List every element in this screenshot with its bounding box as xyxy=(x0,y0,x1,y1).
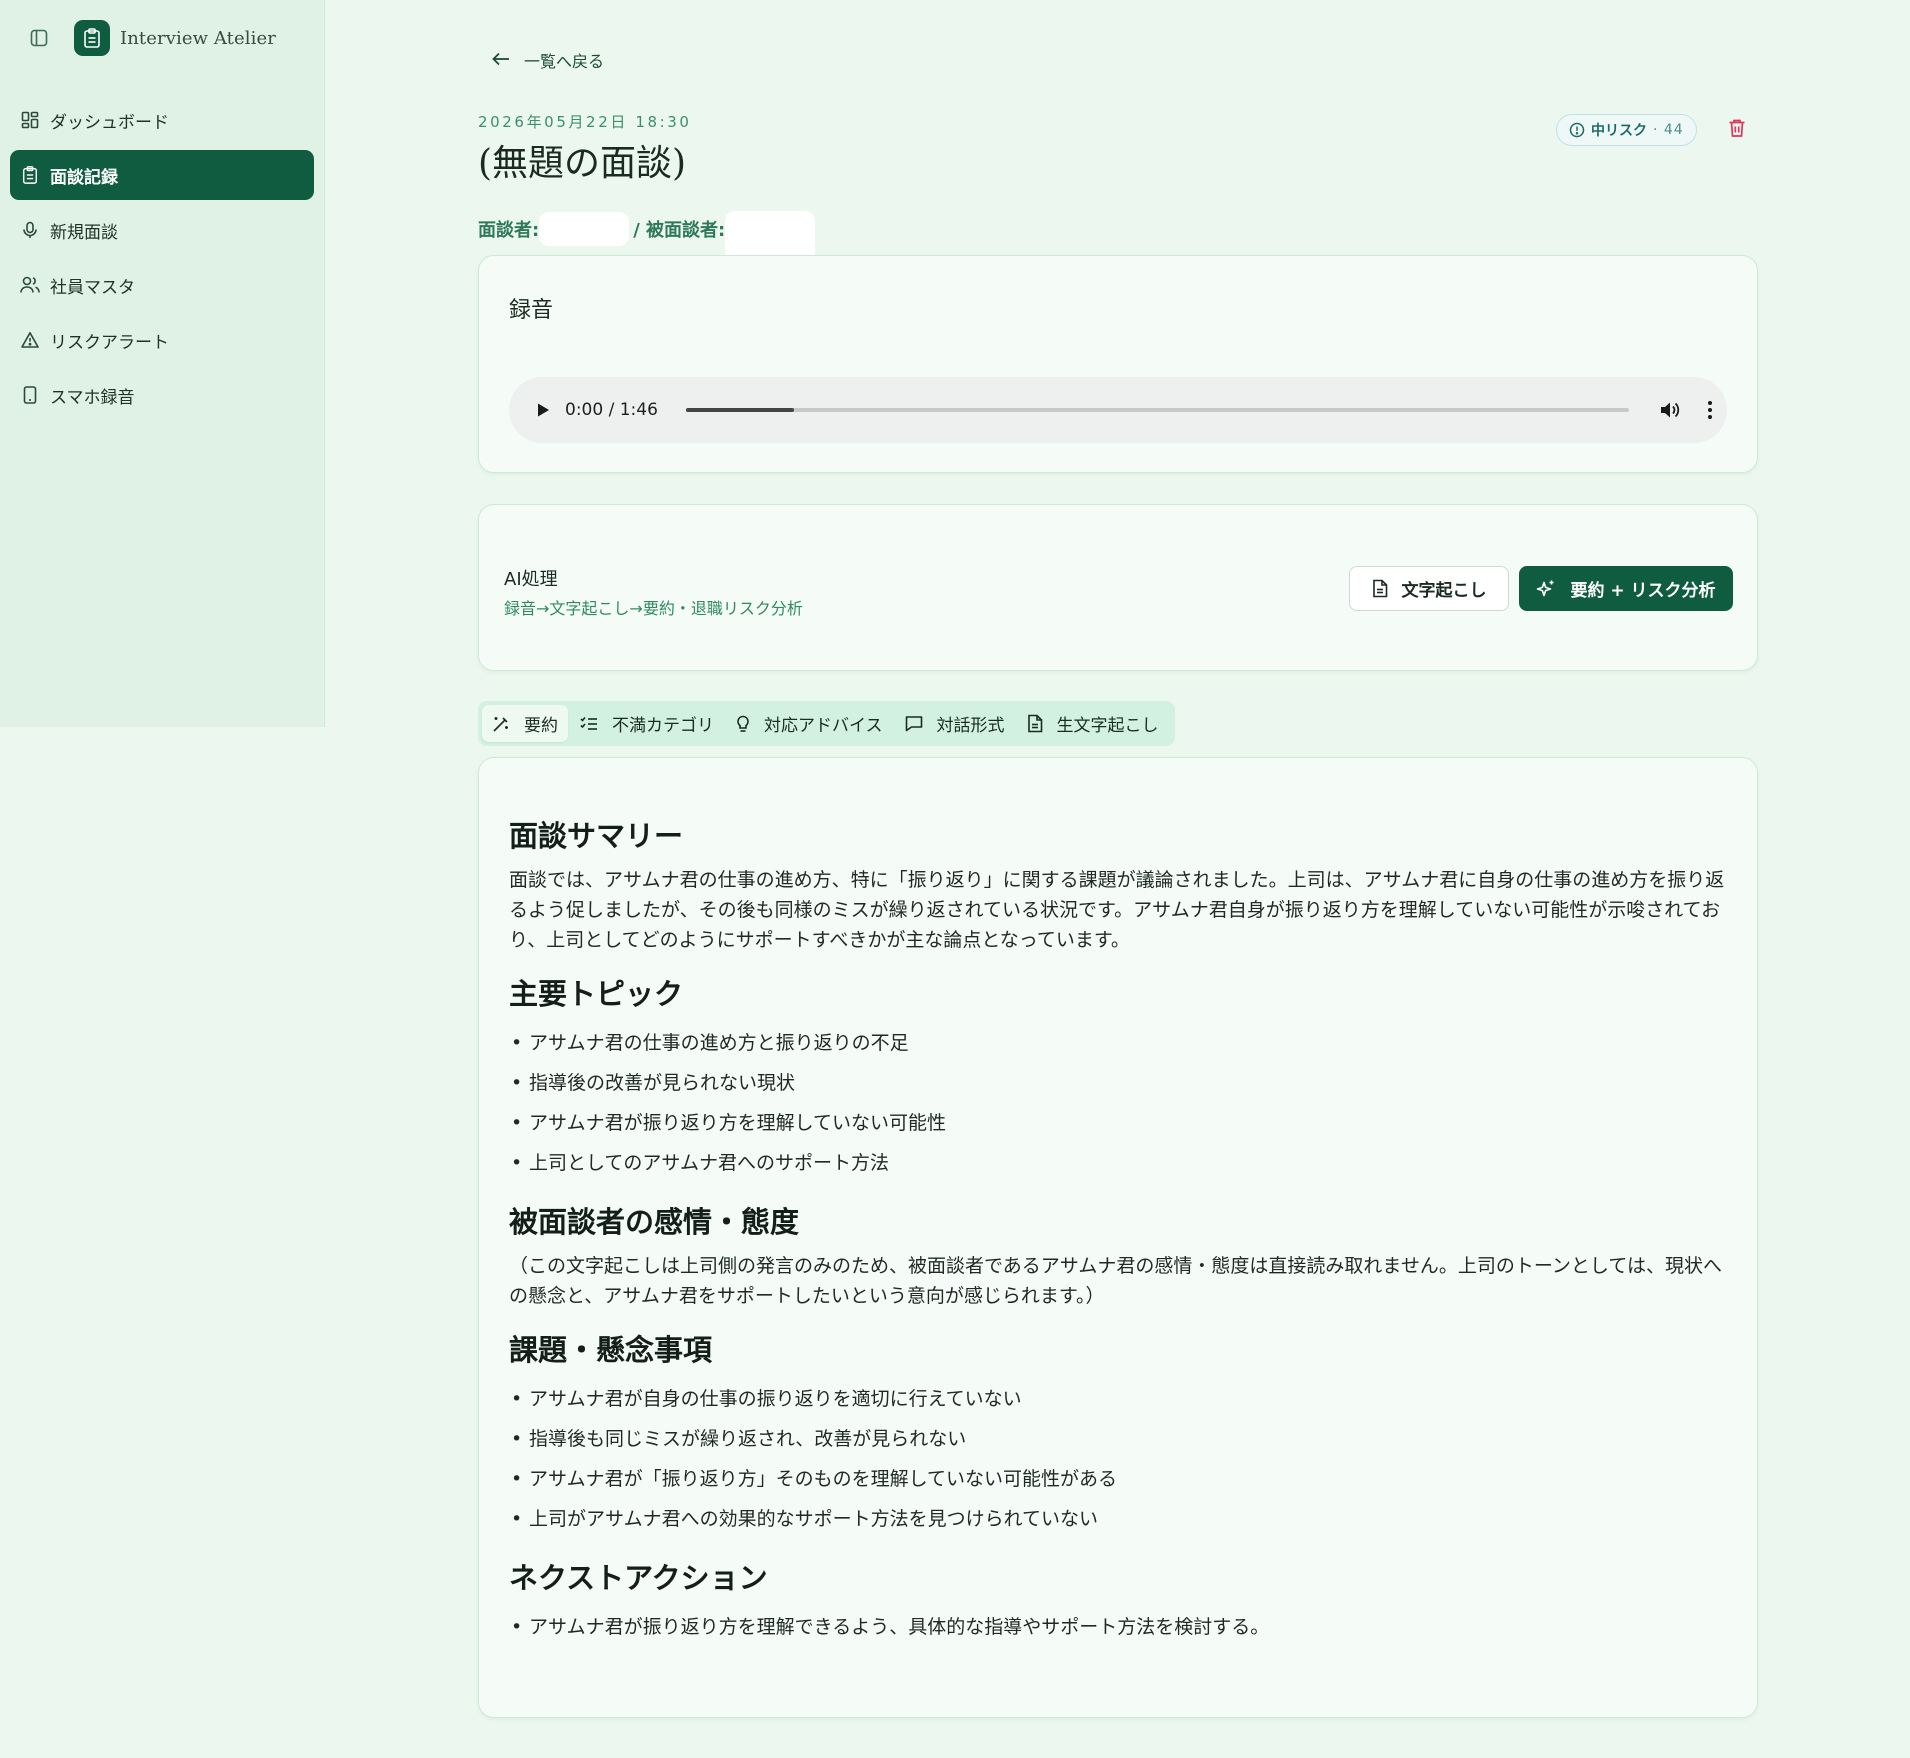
interviewer-label: 面談者: xyxy=(478,220,540,241)
interviewee-name-redacted xyxy=(725,211,816,261)
risk-label: 中リスク xyxy=(1591,123,1647,139)
sidebar-item-employees[interactable]: 社員マスタ xyxy=(10,260,314,310)
microphone-icon xyxy=(20,220,40,240)
wand-icon xyxy=(492,715,510,733)
lightbulb-icon xyxy=(736,715,750,733)
list-item: アサムナ君の仕事の進め方と振り返りの不足 xyxy=(509,1023,1731,1063)
clipboard-icon xyxy=(20,165,40,185)
topic-list: アサムナ君の仕事の進め方と振り返りの不足 指導後の改善が見られない現状 アサムナ… xyxy=(509,1023,1731,1183)
interviewer-name-redacted xyxy=(539,212,630,246)
recording-card: 録音 0:00 / 1:46 xyxy=(478,255,1758,473)
sidebar-item-risk-alerts[interactable]: リスクアラート xyxy=(10,315,314,365)
info-circle-icon xyxy=(1569,122,1585,138)
back-link[interactable]: 一覧へ戻る xyxy=(492,48,604,72)
trash-icon xyxy=(1728,118,1746,142)
interviewee-label: / 被面談者: xyxy=(633,220,726,241)
volume-icon[interactable] xyxy=(1657,397,1683,423)
sidebar-item-mobile-recording[interactable]: スマホ録音 xyxy=(10,370,314,420)
next-action-list: アサムナ君が振り返り方を理解できるよう、具体的な指導やサポート方法を検討する。 xyxy=(509,1607,1731,1647)
tab-label: 生文字起こし xyxy=(1056,716,1159,736)
tab-label: 対話形式 xyxy=(936,716,1005,736)
analyze-label: 要約 + リスク分析 xyxy=(1570,581,1716,601)
more-options-icon[interactable] xyxy=(1697,397,1723,423)
audio-time: 0:00 / 1:46 xyxy=(565,400,658,420)
sidebar-item-new-interview[interactable]: 新規面談 xyxy=(10,205,314,255)
audio-player[interactable]: 0:00 / 1:46 xyxy=(509,377,1727,443)
arrow-left-icon xyxy=(492,51,510,70)
ai-title: AI処理 xyxy=(504,569,558,590)
page-title: (無題の面談) xyxy=(478,143,687,184)
summary-card: 面談サマリー 面談では、アサムナ君の仕事の進め方、特に「振り返り」に関する課題が… xyxy=(478,757,1758,1718)
transcribe-button[interactable]: 文字起こし xyxy=(1349,566,1509,611)
brand-row: Interview Atelier xyxy=(28,20,276,56)
list-item: アサムナ君が自身の仕事の振り返りを適切に行えていない xyxy=(509,1379,1731,1419)
seek-slider[interactable] xyxy=(685,408,1629,412)
tab-advice[interactable]: 対応アドバイス xyxy=(726,705,893,742)
sidebar-item-interviews[interactable]: 面談記録 xyxy=(10,150,314,200)
section-paragraph: 面談では、アサムナ君の仕事の進め方、特に「振り返り」に関する課題が議論されました… xyxy=(509,869,1725,951)
sidebar-item-label: 面談記録 xyxy=(50,167,118,188)
list-item: 指導後の改善が見られない現状 xyxy=(509,1063,1731,1103)
section-heading: 面談サマリー xyxy=(509,819,684,853)
list-item: アサムナ君が「振り返り方」そのものを理解していない可能性がある xyxy=(509,1459,1731,1499)
sidebar-toggle-icon[interactable] xyxy=(28,27,50,49)
delete-button[interactable] xyxy=(1725,118,1749,142)
tab-label: 対応アドバイス xyxy=(764,716,883,736)
checklist-icon xyxy=(580,716,598,732)
tab-raw-transcript[interactable]: 生文字起こし xyxy=(1017,705,1169,742)
sparkles-icon xyxy=(1536,579,1556,599)
sidebar: Interview Atelier ダッシュボード 面談記録 新規面談 社員マス… xyxy=(0,0,325,727)
tab-summary[interactable]: 要約 xyxy=(482,705,568,742)
back-link-label: 一覧へ戻る xyxy=(524,52,605,71)
sidebar-item-label: 新規面談 xyxy=(50,222,118,243)
chat-icon xyxy=(905,715,923,732)
sidebar-item-label: リスクアラート xyxy=(50,332,169,353)
sidebar-item-label: ダッシュボード xyxy=(50,112,169,133)
list-item: 指導後も同じミスが繰り返され、改善が見られない xyxy=(509,1419,1731,1459)
section-paragraph: （この文字起こしは上司側の発言のみのため、被面談者であるアサムナ君の感情・態度は… xyxy=(509,1255,1722,1307)
app-title: Interview Atelier xyxy=(120,27,276,49)
sidebar-item-label: 社員マスタ xyxy=(50,277,135,298)
section-heading: 課題・懸念事項 xyxy=(509,1333,713,1367)
seek-progress xyxy=(685,408,795,412)
ai-subtitle: 録音→文字起こし→要約・退職リスク分析 xyxy=(504,599,803,618)
sidebar-item-label: スマホ録音 xyxy=(50,387,135,408)
tab-label: 要約 xyxy=(524,716,558,736)
sidebar-nav: ダッシュボード 面談記録 新規面談 社員マスタ リスクアラート スマホ録音 xyxy=(10,95,314,425)
logo-icon[interactable] xyxy=(74,20,110,56)
interview-datetime: 2026年05月22日 18:30 xyxy=(478,113,692,131)
dashboard-icon xyxy=(20,110,40,130)
smartphone-icon xyxy=(20,385,40,405)
recording-title: 録音 xyxy=(509,298,554,323)
tab-dialogue[interactable]: 対話形式 xyxy=(895,705,1015,742)
document-icon xyxy=(1372,579,1388,598)
alert-triangle-icon xyxy=(20,330,40,350)
summary-content: 面談サマリー 面談では、アサムナ君の仕事の進め方、特に「振り返り」に関する課題が… xyxy=(509,813,1731,1663)
transcribe-label: 文字起こし xyxy=(1401,581,1487,601)
users-icon xyxy=(20,275,40,295)
ai-processing-card: AI処理 録音→文字起こし→要約・退職リスク分析 文字起こし 要約 + リスク分… xyxy=(478,504,1758,671)
section-heading: 被面談者の感情・態度 xyxy=(509,1205,800,1239)
list-item: 上司がアサムナ君への効果的なサポート方法を見つけられていない xyxy=(509,1499,1731,1539)
sidebar-item-dashboard[interactable]: ダッシュボード xyxy=(10,95,314,145)
analyze-button[interactable]: 要約 + リスク分析 xyxy=(1519,566,1733,611)
concern-list: アサムナ君が自身の仕事の振り返りを適切に行えていない 指導後も同じミスが繰り返さ… xyxy=(509,1379,1731,1539)
section-heading: ネクストアクション xyxy=(509,1561,768,1595)
play-icon[interactable] xyxy=(531,398,555,422)
content-tabs: 要約 不満カテゴリ 対応アドバイス 対話形式 生文字起こし xyxy=(478,701,1175,746)
risk-score: · 44 xyxy=(1653,122,1684,138)
document-icon xyxy=(1027,714,1043,733)
participants: 面談者: / 被面談者: xyxy=(478,197,816,261)
list-item: アサムナ君が振り返り方を理解していない可能性 xyxy=(509,1103,1731,1143)
tab-complaint-categories[interactable]: 不満カテゴリ xyxy=(570,705,724,742)
risk-badge: 中リスク · 44 xyxy=(1556,114,1697,146)
tab-label: 不満カテゴリ xyxy=(612,716,714,736)
section-heading: 主要トピック xyxy=(509,977,684,1011)
list-item: アサムナ君が振り返り方を理解できるよう、具体的な指導やサポート方法を検討する。 xyxy=(509,1607,1731,1647)
list-item: 上司としてのアサムナ君へのサポート方法 xyxy=(509,1143,1731,1183)
